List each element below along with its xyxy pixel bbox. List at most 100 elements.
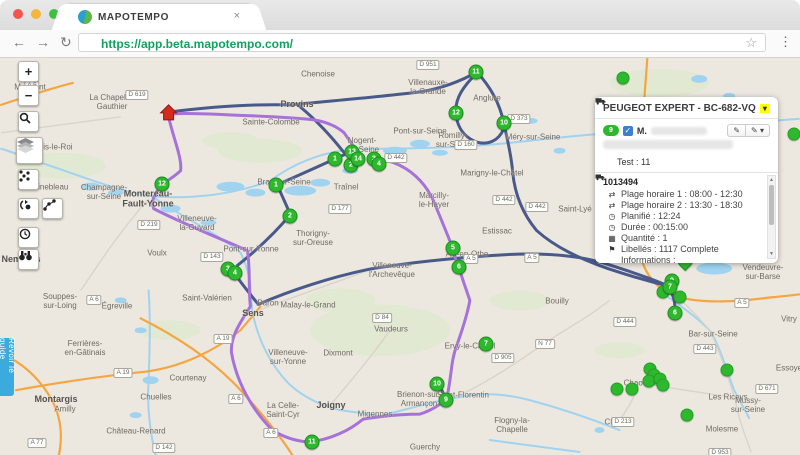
bookmark-star-icon[interactable]: ☆ <box>745 35 757 51</box>
tag-icon: ⚑ <box>607 244 617 255</box>
map-town-label: Guerchy <box>410 442 440 451</box>
stop-dot[interactable] <box>721 364 734 377</box>
detail-row: ⇄Plage horaire 1 : 08:00 - 12:30 <box>603 189 762 200</box>
stop-dot[interactable] <box>626 383 639 396</box>
stop-detail-scroll[interactable]: 1013494 ⇄Plage horaire 1 : 08:00 - 12:30… <box>595 173 778 265</box>
stop-marker[interactable]: 7 <box>663 280 678 295</box>
zoom-in-button[interactable]: + <box>18 61 39 82</box>
stop-marker[interactable]: 11 <box>469 65 484 80</box>
map-town-label: Chenoise <box>301 69 335 78</box>
stop-marker[interactable]: 6 <box>668 306 683 321</box>
road-badge: D 213 <box>611 417 634 427</box>
road-badge: D 142 <box>152 443 175 453</box>
detail-text: Plage horaire 1 : 08:00 - 12:30 <box>621 189 743 200</box>
map-town-label: Villeneuve- sur-Yonne <box>268 348 307 366</box>
map-canvas[interactable]: MormantChenoiseVillenauxe- la-GrandeProv… <box>0 58 800 455</box>
map-town-label: Paron <box>257 298 278 307</box>
scroll-up-icon[interactable]: ▲ <box>768 177 775 183</box>
stop-dot[interactable] <box>657 379 670 392</box>
map-town-label: Ferrières- en-Gâtinais <box>65 339 106 357</box>
road-badge: D 442 <box>525 202 548 212</box>
tags-text: Test : 11 <box>617 157 650 167</box>
map-town-label: Migennes <box>358 409 393 418</box>
map-town-label: Château-Renard <box>106 426 165 435</box>
browser-tab[interactable]: MAPOTEMPO × <box>64 4 254 30</box>
draw-route-button[interactable] <box>42 198 63 219</box>
stop-marker[interactable]: 10 <box>430 377 445 392</box>
road-badge: A 6 <box>86 295 101 305</box>
stop-dot[interactable] <box>681 409 694 422</box>
stop-marker[interactable]: 7 <box>479 337 494 352</box>
stop-marker-number: 7 <box>668 284 672 291</box>
detail-text: Libellés : 1117 Complete <box>621 244 719 255</box>
url-text[interactable]: https://app.beta.mapotempo.com/ <box>101 37 293 51</box>
stop-marker[interactable]: 11 <box>305 435 320 450</box>
forward-icon[interactable]: → <box>36 34 50 50</box>
address-bar[interactable]: https://app.beta.mapotempo.com/ ☆ <box>78 33 766 52</box>
stop-reference: 1013494 <box>603 177 762 187</box>
panel-scrollbar[interactable]: ▲ ▼ <box>767 175 776 259</box>
stop-dot[interactable] <box>788 128 800 141</box>
stop-marker[interactable]: 4 <box>372 157 387 172</box>
stop-marker[interactable]: 6 <box>452 260 467 275</box>
stop-checkbox[interactable]: ✓ <box>623 126 633 136</box>
stop-marker[interactable]: 2 <box>283 209 298 224</box>
edit-stop-menu-button[interactable]: ✎ ▾ <box>746 124 770 137</box>
map-town-label: Montargis <box>34 394 77 404</box>
scroll-down-icon[interactable]: ▼ <box>768 251 775 257</box>
guide-tab[interactable]: Revoir le guide <box>0 338 14 396</box>
browser-menu-icon[interactable]: ⋮ <box>779 34 792 50</box>
map-town-label: Essoyes <box>776 363 800 372</box>
stop-marker[interactable]: 5 <box>446 241 461 256</box>
close-window-button[interactable] <box>13 9 23 19</box>
time-button[interactable] <box>18 227 39 248</box>
zoom-area-button[interactable] <box>18 111 39 132</box>
move-marker-button[interactable] <box>18 198 39 219</box>
stop-marker[interactable]: 12 <box>449 106 464 121</box>
road-badge: D 671 <box>755 384 778 394</box>
layers-button[interactable] <box>16 137 43 164</box>
map-town-label: Bouilly <box>545 296 569 305</box>
detail-row: ◷Durée : 00:15:00 <box>603 222 762 233</box>
map-town-label: Traînel <box>334 182 359 191</box>
map-town-label: Dixmont <box>323 348 352 357</box>
scroll-thumb[interactable] <box>769 185 774 225</box>
stop-marker[interactable]: 14 <box>351 152 366 167</box>
back-icon[interactable]: ← <box>12 34 26 50</box>
road-badge: A 6 <box>263 428 278 438</box>
stop-dot[interactable] <box>611 383 624 396</box>
stop-marker-number: 2 <box>288 213 292 220</box>
edit-stop-button[interactable]: ✎ <box>727 124 746 137</box>
road-badge: A 19 <box>213 334 232 344</box>
stop-marker-number: 1 <box>333 156 337 163</box>
stop-marker-number: 12 <box>158 181 166 188</box>
tab-title: MAPOTEMPO <box>98 12 169 23</box>
clustering-button[interactable] <box>18 169 39 190</box>
zoom-out-button[interactable]: − <box>18 85 39 106</box>
map-town-label: Pont-sur-Yonne <box>223 244 278 253</box>
road-badge: D 444 <box>613 317 636 327</box>
detail-row: ⇄Plage horaire 2 : 13:30 - 18:30 <box>603 200 762 211</box>
map-town-label: Vaudeurs <box>374 324 408 333</box>
stop-dot[interactable] <box>617 72 630 85</box>
vehicle-dropdown-icon[interactable]: ▾ <box>760 104 770 113</box>
map-town-label: Vendeuvre- sur-Barse <box>743 263 784 281</box>
stop-marker[interactable]: 12 <box>155 177 170 192</box>
stop-marker-number: 6 <box>673 310 677 317</box>
map-town-label: Champagne- sur-Seine <box>81 183 127 201</box>
stop-marker-number: 10 <box>500 120 508 127</box>
map-town-label: La Celle- Saint-Cyr <box>266 401 299 419</box>
stop-marker[interactable]: 1 <box>269 178 284 193</box>
stop-marker[interactable]: 4 <box>228 266 243 281</box>
stop-number-badge: 9 <box>603 125 619 136</box>
stop-marker[interactable]: 10 <box>497 116 512 131</box>
stop-marker[interactable]: 9 <box>439 393 454 408</box>
minimize-window-button[interactable] <box>31 9 41 19</box>
overview-button[interactable] <box>18 249 39 270</box>
reload-icon[interactable]: ↻ <box>60 34 72 51</box>
map-town-label: Sainte-Colombe <box>242 117 299 126</box>
map-town-label: Égreville <box>102 301 133 310</box>
tab-close-icon[interactable]: × <box>234 10 240 22</box>
stop-dot[interactable] <box>674 291 687 304</box>
stop-marker[interactable]: 1 <box>328 152 343 167</box>
